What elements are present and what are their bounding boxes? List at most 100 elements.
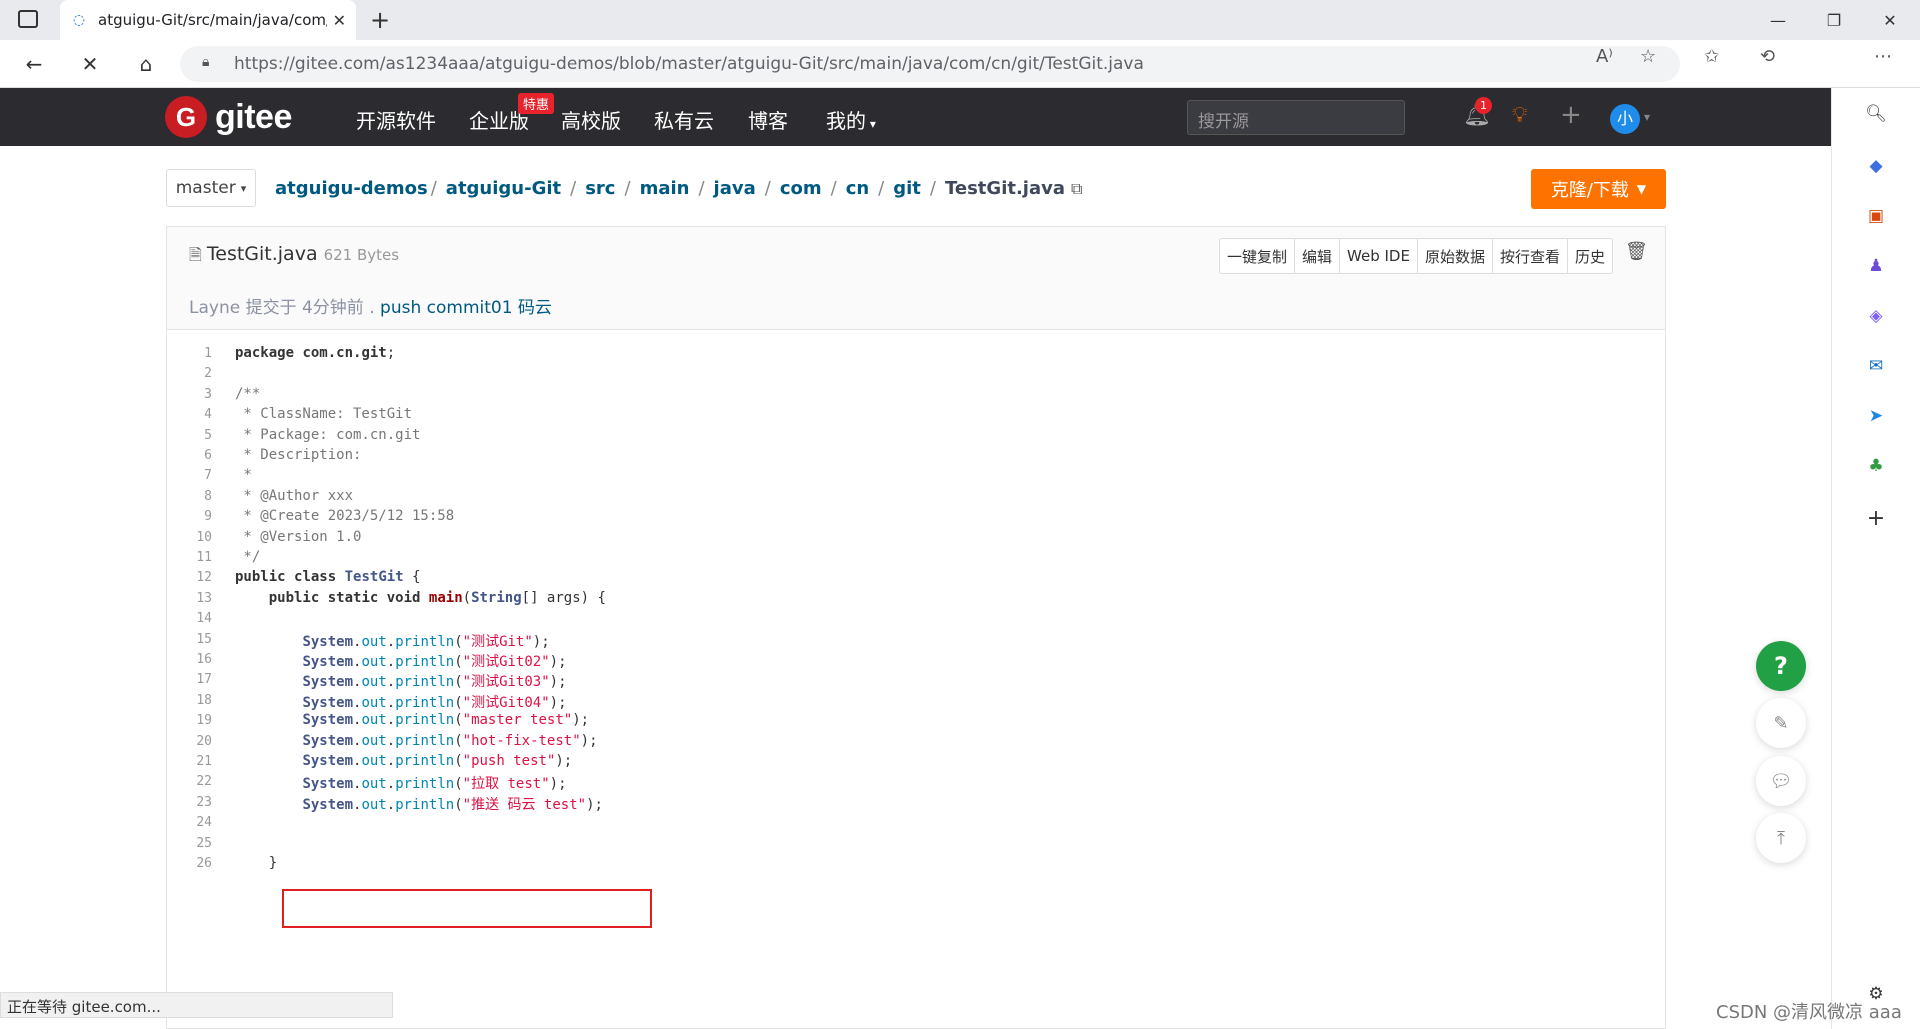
crumb-java[interactable]: java [714,178,756,199]
file-icon: 🗎︎ [189,245,202,264]
line-number: 5 [204,427,212,443]
feedback-edit-icon[interactable]: ✎ [1756,698,1806,748]
line-number: 12 [196,570,212,586]
crumb-sep: / [764,178,771,199]
chevron-down-icon: ▾ [866,117,876,131]
edit-button[interactable]: 编辑 [1295,239,1341,273]
copy-all-button[interactable]: 一键复制 [1220,239,1296,273]
close-tab-icon[interactable]: ✕ [333,11,346,30]
code-line: package com.cn.git; [235,345,396,361]
crumb-sep: / [430,178,437,199]
code-line: */ [235,549,261,565]
maximize-button[interactable]: ❐ [1806,0,1862,40]
toolbox-icon[interactable]: ▣ [1864,204,1888,228]
crumb-repo[interactable]: atguigu-demos [275,178,428,199]
shopping-tag-icon[interactable]: ◆ [1864,154,1888,178]
back-button[interactable]: ← [18,48,50,80]
line-number: 2 [204,366,212,382]
crumb-sep: / [570,178,577,199]
new-tab-button[interactable]: + [370,6,390,34]
lightbulb-icon[interactable]: 💡︎ [1512,103,1527,128]
crumb-main[interactable]: main [640,178,690,199]
help-button[interactable]: ? [1756,641,1806,691]
blame-button[interactable]: 按行查看 [1493,239,1568,273]
favorites-icon[interactable]: ✩ [1704,46,1719,67]
code-line: System.out.println("测试Git03"); [302,674,567,691]
code-line: * Description: [235,447,362,463]
web-ide-button[interactable]: Web IDE [1340,239,1418,273]
crumb-src[interactable]: src [585,178,615,199]
line-number: 20 [196,733,212,749]
line-number: 7 [204,468,212,484]
code-line: System.out.println("master test"); [302,712,590,729]
search-icon[interactable]: 🔍︎ [1864,102,1888,126]
branch-select[interactable]: master ▾ [166,169,256,207]
favorite-add-icon[interactable]: ☆ [1640,46,1656,67]
user-menu-chevron-icon[interactable]: ▾ [1644,110,1650,124]
nav-private-cloud[interactable]: 私有云 [654,105,714,134]
send-icon[interactable]: ➤ [1864,404,1888,428]
logo-icon: G [165,96,207,138]
url-field[interactable]: 🔒︎ https://gitee.com/as1234aaa/atguigu-d… [180,46,1680,82]
back-to-top-icon[interactable]: ⤒ [1756,813,1806,863]
line-number: 25 [196,835,212,851]
crumb-git[interactable]: git [893,178,921,199]
nav-education[interactable]: 高校版 [561,105,621,134]
line-number: 6 [204,448,212,463]
more-menu-icon[interactable]: ⋯ [1874,46,1892,67]
plus-icon[interactable]: + [1560,100,1582,130]
tab-title: atguigu-Git/src/main/java/com/c [98,11,327,29]
tree-icon[interactable]: ♣ [1864,454,1888,478]
nav-blog[interactable]: 博客 [748,105,788,134]
trash-icon[interactable]: 🗑︎ [1625,241,1648,262]
commit-message-link[interactable]: push commit01 码云 [380,298,552,318]
line-number: 11 [196,550,212,565]
crumb-module[interactable]: atguigu-Git [446,178,561,199]
line-number: 18 [196,692,212,708]
gitee-logo[interactable]: G gitee [165,96,292,138]
history-button[interactable]: 历史 [1568,239,1612,273]
file-name: TestGit.java [206,243,318,265]
clone-download-button[interactable]: 克隆/下载 ▼ [1531,169,1666,209]
crumb-com[interactable]: com [780,178,822,199]
stop-button[interactable]: ✕ [74,48,106,80]
line-number: 4 [204,407,212,423]
line-number: 26 [196,856,212,871]
code-line: * @Create 2023/5/12 15:58 [235,508,455,525]
raw-button[interactable]: 原始数据 [1418,239,1493,273]
add-icon[interactable]: + [1864,506,1888,531]
crumb-current-file: TestGit.java [945,178,1065,199]
chevron-down-icon: ▾ [240,181,247,195]
read-aloud-icon[interactable]: A⁾ [1596,46,1613,67]
user-avatar[interactable]: 小 [1610,104,1640,134]
outlook-icon[interactable]: ✉ [1864,354,1888,378]
line-number: 3 [204,386,212,402]
games-icon[interactable]: ♟ [1864,254,1888,278]
code-line: * @Version 1.0 [235,528,362,545]
crumb-cn[interactable]: cn [846,178,869,199]
line-number: 8 [204,488,212,504]
copy-path-icon[interactable]: ⧉ [1071,179,1082,199]
close-window-button[interactable]: ✕ [1862,0,1918,40]
nav-mine[interactable]: 我的 ▾ [826,105,876,134]
history-icon[interactable]: ⟲ [1760,46,1775,67]
home-icon[interactable]: ⌂ [130,48,162,80]
code-line: * [235,467,252,484]
logo-text: gitee [215,97,292,136]
sidebar-toggle-icon[interactable] [18,10,38,28]
address-bar-row: ← ✕ ⌂ 🔒︎ https://gitee.com/as1234aaa/atg… [0,40,1920,114]
microsoft-365-icon[interactable]: ◈ [1864,304,1888,328]
loading-icon: ◌ [72,12,86,28]
line-number: 22 [196,774,212,790]
crumb-sep: / [698,178,705,199]
status-bar: 正在等待 gitee.com... [0,992,393,1018]
message-icon[interactable]: 💬︎ [1756,756,1806,806]
search-input[interactable]: 搜开源 [1187,100,1405,135]
commit-info: Layne 提交于 4分钟前 . push commit01 码云 [189,293,552,318]
code-line: System.out.println("测试Git02"); [302,654,567,670]
minimize-button[interactable]: — [1750,0,1806,40]
nav-open-source[interactable]: 开源软件 [356,105,436,134]
watermark: CSDN @清风微凉 aaa [1716,1002,1902,1023]
browser-tab[interactable]: ◌ atguigu-Git/src/main/java/com/c ✕ [60,0,356,40]
browser-tab-bar: ◌ atguigu-Git/src/main/java/com/c ✕ + — … [0,0,1920,40]
